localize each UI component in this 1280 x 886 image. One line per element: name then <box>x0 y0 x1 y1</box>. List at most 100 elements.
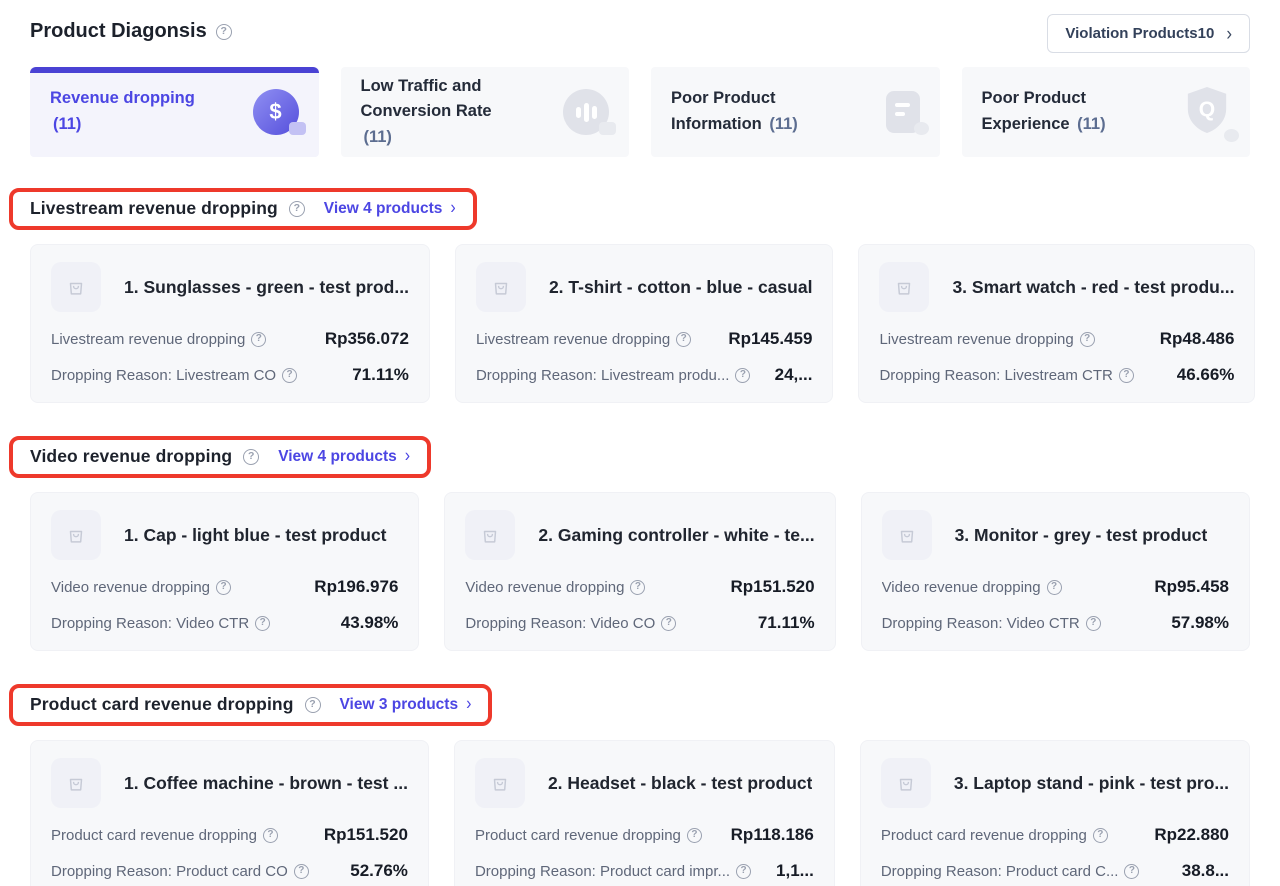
help-icon[interactable]: ? <box>243 449 259 465</box>
metric-row: Product card revenue dropping? Rp118.186 <box>475 825 814 845</box>
chevron-right-icon: › <box>450 199 455 217</box>
help-icon[interactable]: ? <box>216 580 231 595</box>
metric-value: 24,... <box>775 365 813 385</box>
tab-poor-product-experience[interactable]: Poor Product Experience (11) Q <box>962 67 1251 157</box>
product-card[interactable]: 1. Coffee machine - brown - test ... Pro… <box>30 740 429 886</box>
tab-label: Revenue dropping (11) <box>50 86 214 137</box>
product-card[interactable]: 3. Monitor - grey - test product Video r… <box>861 492 1250 651</box>
metric-value: 71.11% <box>352 365 409 385</box>
help-icon[interactable]: ? <box>1080 332 1095 347</box>
metric-label: Dropping Reason: Video CTR <box>882 615 1080 632</box>
section-title: Video revenue dropping <box>30 446 232 467</box>
tab-poor-product-information[interactable]: Poor Product Information (11) <box>651 67 940 157</box>
magnifier-handle-shape <box>599 122 616 135</box>
metric-row: Dropping Reason: Livestream CTR? 46.66% <box>879 365 1234 385</box>
metric-label: Dropping Reason: Video CO <box>465 615 655 632</box>
product-card[interactable]: 1. Cap - light blue - test product Video… <box>30 492 419 651</box>
metric-value: 43.98% <box>341 613 399 633</box>
help-icon[interactable]: ? <box>305 697 321 713</box>
metric-row: Livestream revenue dropping? Rp145.459 <box>476 329 813 349</box>
metric-value: Rp356.072 <box>325 329 409 349</box>
metric-value: Rp22.880 <box>1154 825 1229 845</box>
product-card[interactable]: 2. Gaming controller - white - te... Vid… <box>444 492 835 651</box>
metric-value: 57.98% <box>1171 613 1229 633</box>
metric-value: Rp145.459 <box>728 329 812 349</box>
card-row: 1. Cap - light blue - test product Video… <box>30 492 1250 651</box>
help-icon[interactable]: ? <box>1124 864 1139 879</box>
annotation-box: Product card revenue dropping ? View 3 p… <box>9 684 492 726</box>
metric-label: Video revenue dropping <box>882 579 1041 596</box>
help-icon[interactable]: ? <box>736 864 751 879</box>
help-icon[interactable]: ? <box>251 332 266 347</box>
view-products-link[interactable]: View 4 products › <box>278 448 410 466</box>
shopping-bag-icon <box>51 262 101 312</box>
metric-label: Product card revenue dropping <box>475 827 681 844</box>
product-title: 1. Cap - light blue - test product <box>124 525 387 546</box>
help-icon[interactable]: ? <box>1047 580 1062 595</box>
help-icon[interactable]: ? <box>1093 828 1108 843</box>
help-icon[interactable]: ? <box>1086 616 1101 631</box>
metric-value: Rp118.186 <box>731 825 814 845</box>
help-icon[interactable]: ? <box>289 201 305 217</box>
metric-label: Product card revenue dropping <box>881 827 1087 844</box>
product-card[interactable]: 3. Smart watch - red - test produ... Liv… <box>858 244 1255 403</box>
metric-row: Video revenue dropping? Rp196.976 <box>51 577 398 597</box>
help-icon[interactable]: ? <box>661 616 676 631</box>
metric-label: Dropping Reason: Livestream produ... <box>476 367 729 384</box>
money-icon: $ <box>253 89 299 135</box>
metric-label: Dropping Reason: Product card CO <box>51 863 288 880</box>
diagnosis-tabs: Revenue dropping (11) $ Low Traffic and … <box>30 67 1250 157</box>
help-icon[interactable]: ? <box>216 24 232 40</box>
violation-products-button[interactable]: Violation Products10 › <box>1047 14 1250 53</box>
metric-row: Dropping Reason: Product card impr...? 1… <box>475 861 814 881</box>
doc-accent-shape <box>914 122 929 135</box>
help-icon[interactable]: ? <box>263 828 278 843</box>
section-title: Livestream revenue dropping <box>30 198 278 219</box>
tab-label: Poor Product Information (11) <box>671 86 835 137</box>
help-icon[interactable]: ? <box>630 580 645 595</box>
tab-revenue-dropping[interactable]: Revenue dropping (11) $ <box>30 67 319 157</box>
shopping-bag-icon <box>475 758 525 808</box>
shield-quality-icon: Q <box>1184 85 1230 140</box>
metric-value: 46.66% <box>1177 365 1235 385</box>
chevron-right-icon: › <box>1226 24 1232 44</box>
metric-row: Livestream revenue dropping? Rp48.486 <box>879 329 1234 349</box>
chevron-right-icon: › <box>466 695 471 713</box>
help-icon[interactable]: ? <box>687 828 702 843</box>
metric-row: Livestream revenue dropping? Rp356.072 <box>51 329 409 349</box>
product-title: 2. T-shirt - cotton - blue - casual <box>549 277 813 298</box>
help-icon[interactable]: ? <box>676 332 691 347</box>
metric-row: Dropping Reason: Video CO? 71.11% <box>465 613 814 633</box>
tab-low-traffic-conversion[interactable]: Low Traffic and Conversion Rate (11) <box>341 67 630 157</box>
metric-value: 52.76% <box>350 861 408 881</box>
coin-accent-shape <box>289 122 306 135</box>
metric-value: 38.8... <box>1182 861 1229 881</box>
product-card[interactable]: 1. Sunglasses - green - test prod... Liv… <box>30 244 430 403</box>
page-title-text: Product Diagonsis <box>30 20 207 43</box>
product-title: 3. Monitor - grey - test product <box>955 525 1208 546</box>
product-card[interactable]: 3. Laptop stand - pink - test pro... Pro… <box>860 740 1250 886</box>
help-icon[interactable]: ? <box>1119 368 1134 383</box>
shopping-bag-icon <box>465 510 515 560</box>
metric-row: Video revenue dropping? Rp151.520 <box>465 577 814 597</box>
metric-row: Dropping Reason: Livestream CO? 71.11% <box>51 365 409 385</box>
shopping-bag-icon <box>476 262 526 312</box>
violation-products-label: Violation Products10 <box>1065 25 1214 42</box>
help-icon[interactable]: ? <box>294 864 309 879</box>
metric-value: Rp151.520 <box>324 825 408 845</box>
help-icon[interactable]: ? <box>282 368 297 383</box>
tab-label: Low Traffic and Conversion Rate (11) <box>361 74 525 151</box>
metric-label: Livestream revenue dropping <box>879 331 1073 348</box>
shopping-bag-icon <box>51 758 101 808</box>
shield-accent-shape <box>1224 129 1239 142</box>
page-title: Product Diagonsis ? <box>30 14 232 43</box>
product-card[interactable]: 2. Headset - black - test product Produc… <box>454 740 835 886</box>
help-icon[interactable]: ? <box>255 616 270 631</box>
product-title: 2. Headset - black - test product <box>548 773 813 794</box>
view-products-link[interactable]: View 4 products › <box>324 200 456 218</box>
section-title: Product card revenue dropping <box>30 694 294 715</box>
metric-label: Video revenue dropping <box>51 579 210 596</box>
product-card[interactable]: 2. T-shirt - cotton - blue - casual Live… <box>455 244 834 403</box>
help-icon[interactable]: ? <box>735 368 750 383</box>
view-products-link[interactable]: View 3 products › <box>340 696 472 714</box>
